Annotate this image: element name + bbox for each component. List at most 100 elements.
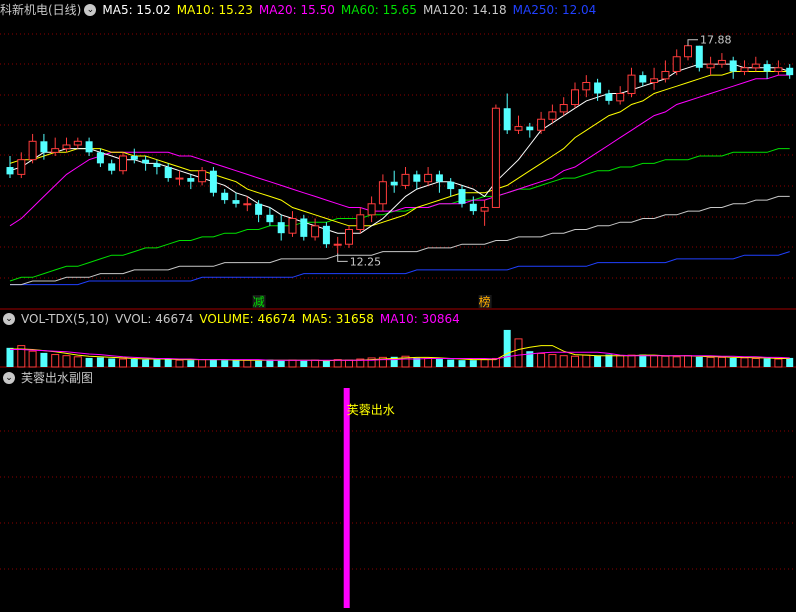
volume-bar	[288, 359, 297, 368]
volume-bar	[187, 360, 195, 367]
chevron-down-icon[interactable]: ⌄	[3, 372, 15, 384]
volume-bar	[119, 358, 127, 368]
volume-bar	[142, 359, 150, 367]
candle-body	[447, 181, 455, 190]
volume-bar	[221, 360, 229, 367]
volume-bar	[198, 359, 207, 368]
volume-bar	[582, 354, 591, 368]
high-label: 17.88	[700, 34, 732, 47]
chevron-down-icon[interactable]: ⌄	[3, 313, 15, 325]
volume-bar	[6, 347, 14, 367]
candle-body	[491, 107, 500, 208]
volume-bar	[322, 360, 330, 367]
candle-body	[243, 203, 252, 206]
volume-bar	[717, 356, 726, 368]
signal-label: 芙蓉出水	[347, 403, 395, 417]
candle-body	[6, 167, 14, 175]
volume-bar	[130, 359, 138, 367]
volume-bar	[96, 357, 104, 367]
volume-bar	[424, 357, 433, 368]
candle-body	[142, 159, 150, 164]
signal-legend: ⌄ 芙蓉出水副图	[0, 370, 99, 386]
volume-bar	[255, 360, 263, 367]
volume-bar	[514, 338, 523, 368]
candle-body	[232, 200, 240, 204]
candle-body	[594, 82, 602, 94]
candle-body	[288, 217, 297, 234]
candle-body	[740, 67, 749, 72]
volume-bar	[51, 354, 60, 368]
candle-body	[255, 203, 263, 215]
candle-body	[401, 173, 410, 186]
ma250-line	[10, 251, 790, 286]
volume-bar	[627, 354, 636, 368]
candle-body	[356, 214, 365, 231]
candle-body	[266, 214, 274, 223]
volume-bar	[300, 360, 308, 367]
volume-legend: ⌄ VOL-TDX(5,10) VVOL: 46674 VOLUME: 4667…	[0, 311, 466, 327]
candle-body	[62, 144, 71, 150]
candle-body	[526, 126, 534, 131]
volume-bar	[447, 359, 455, 367]
candle-body	[40, 141, 48, 153]
candle-body	[300, 218, 308, 237]
signal-chart[interactable]: 芙蓉出水	[0, 368, 796, 612]
candle-body	[684, 45, 692, 58]
candle-body	[311, 225, 320, 238]
vvol-legend: VVOL: 46674	[115, 312, 194, 326]
candle-body	[153, 163, 161, 168]
vol-ma5-legend: MA5: 31658	[301, 312, 374, 326]
volume-bar	[62, 355, 71, 368]
candle-body	[751, 63, 760, 69]
candle-body	[175, 177, 184, 180]
price-chart[interactable]: 17.88 12.25 减 榜	[0, 0, 796, 310]
tag-list: 榜	[479, 294, 491, 309]
volume-bar	[469, 360, 477, 367]
volume-bar	[73, 356, 82, 368]
candle-body	[119, 155, 127, 172]
volume-bar	[503, 329, 511, 367]
volume-bar	[480, 359, 489, 368]
candle-body	[503, 108, 511, 131]
volume-bar	[559, 355, 568, 368]
volume-bar	[594, 355, 602, 367]
volume-bar	[763, 358, 771, 367]
candle-body	[458, 189, 466, 204]
candle-body	[96, 152, 104, 164]
candle-body	[537, 118, 546, 131]
high-marker	[687, 39, 698, 46]
candle-body	[650, 78, 659, 83]
ma20-line	[9, 74, 790, 227]
volume-bar	[458, 360, 466, 367]
candle-body	[17, 159, 26, 175]
candle-body	[413, 174, 421, 182]
volume-bar	[774, 358, 783, 368]
tag-reduce: 减	[253, 295, 265, 309]
candle-body	[209, 170, 217, 193]
volume-bar	[571, 355, 579, 368]
volume-bar	[243, 359, 252, 368]
candle-body	[582, 81, 591, 91]
candle-body	[108, 163, 116, 171]
candle-body	[480, 206, 489, 212]
candle-body	[51, 148, 60, 153]
volume-bar	[232, 360, 240, 367]
candle-body	[85, 141, 93, 153]
volume-value-legend: VOLUME: 46674	[199, 312, 296, 326]
volume-bar	[175, 359, 184, 368]
candle-body	[514, 126, 523, 131]
volume-bar	[345, 359, 353, 368]
volume-bar	[740, 357, 749, 368]
candle-body	[435, 174, 443, 182]
volume-bar	[277, 360, 285, 367]
candle-body	[221, 192, 229, 201]
candle-body	[616, 93, 625, 102]
candle-body	[661, 70, 670, 80]
candle-body	[390, 181, 398, 186]
signal-bar	[343, 388, 350, 608]
volume-bar	[706, 356, 715, 368]
volume-bar	[616, 355, 625, 368]
candle-body	[695, 45, 703, 68]
candle-body	[559, 104, 568, 113]
candle-body	[333, 243, 342, 246]
